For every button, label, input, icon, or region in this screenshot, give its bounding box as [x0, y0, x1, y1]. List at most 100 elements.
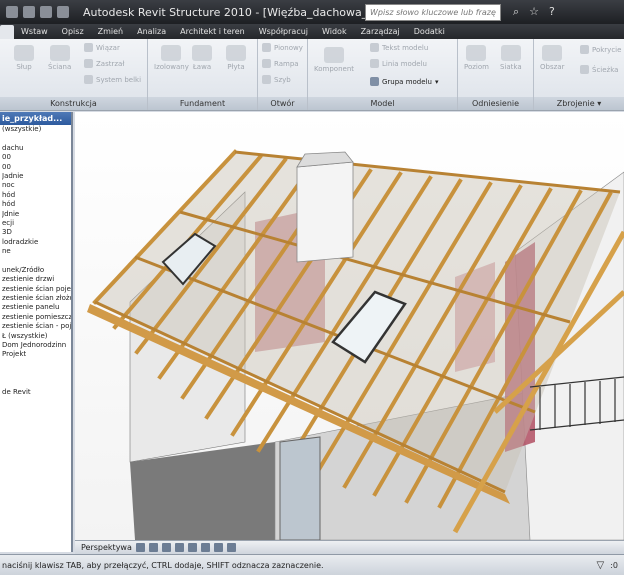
- browser-tree-item[interactable]: Jadnie: [2, 172, 71, 181]
- lawa-button[interactable]: Ława: [192, 45, 212, 71]
- 3d-viewport[interactable]: [75, 112, 624, 540]
- reveal-hidden-icon[interactable]: [213, 543, 223, 552]
- browser-tree-item[interactable]: 00: [2, 153, 71, 162]
- tab-wspolpracuj[interactable]: Współpracuj: [252, 25, 315, 39]
- linia-modelu-button[interactable]: Linia modelu: [370, 59, 427, 68]
- tab-opisz[interactable]: Opisz: [55, 25, 91, 39]
- browser-tree-item[interactable]: Projekt: [2, 350, 71, 359]
- search-input[interactable]: Wpisz słowo kluczowe lub frazę: [365, 3, 501, 21]
- tab-zmien[interactable]: Zmień: [91, 25, 131, 39]
- undo-icon[interactable]: [40, 6, 52, 18]
- group-label-konstrukcja: Konstrukcja: [0, 97, 147, 110]
- browser-tree-item[interactable]: zestienie ścian - pojedy: [2, 322, 71, 331]
- sciana-button[interactable]: Ściana: [48, 45, 71, 71]
- project-browser-title: ie_przykład...: [0, 112, 71, 125]
- slab-icon: [226, 45, 246, 61]
- path-icon: [580, 65, 589, 74]
- browser-tree-item[interactable]: [2, 360, 71, 369]
- open-icon[interactable]: [6, 6, 18, 18]
- zastrzal-button[interactable]: Zastrzał: [84, 59, 124, 68]
- browser-tree-item[interactable]: Dom Jednorodzinn: [2, 341, 71, 350]
- tab-architekt[interactable]: Architekt i teren: [173, 25, 252, 39]
- isolated-footing-icon: [161, 45, 182, 61]
- browser-tree-item[interactable]: Ł (wszystkie): [2, 332, 71, 341]
- browser-tree-item[interactable]: hód: [2, 200, 71, 209]
- star-icon[interactable]: ☆: [529, 5, 539, 19]
- selection-count: :0: [610, 560, 618, 570]
- area-reinforcement-icon: [542, 45, 563, 61]
- browser-tree-item[interactable]: [2, 134, 71, 143]
- browser-tree-item[interactable]: dachu: [2, 144, 71, 153]
- sciezka-button[interactable]: Ścieżka: [580, 65, 618, 74]
- tekst-modelu-button[interactable]: Tekst modelu: [370, 43, 428, 52]
- house-3d-model: [75, 112, 624, 540]
- tab-zarzadzaj[interactable]: Zarządzaj: [354, 25, 407, 39]
- model-group-icon: [370, 77, 379, 86]
- visual-style-icon[interactable]: [135, 543, 145, 552]
- browser-tree-item[interactable]: 00: [2, 163, 71, 172]
- browser-tree-item[interactable]: unek/Źródło: [2, 266, 71, 275]
- wiazar-button[interactable]: Wiązar: [84, 43, 120, 52]
- project-browser-tree: (wszystkie) dachu 00 00 Jadnie noc hód hód Jdnie…: [0, 125, 71, 397]
- status-bar: naciśnij klawisz TAB, aby przełączyć, CT…: [0, 554, 624, 575]
- browser-tree-item[interactable]: de Revit: [2, 388, 71, 397]
- browser-tree-item[interactable]: ne: [2, 247, 71, 256]
- siatka-button[interactable]: Siatka: [500, 45, 522, 71]
- cover-icon: [580, 45, 589, 54]
- obszar-button[interactable]: Obszar: [540, 45, 564, 71]
- tab-home[interactable]: [0, 25, 14, 39]
- browser-tree-item[interactable]: zestienie ścian pojedyr: [2, 285, 71, 294]
- rampa-button[interactable]: Rampa: [262, 59, 299, 68]
- tab-analiza[interactable]: Analiza: [130, 25, 173, 39]
- browser-tree-item[interactable]: ecji: [2, 219, 71, 228]
- model-line-icon: [370, 59, 379, 68]
- plyta-button[interactable]: Płyta: [226, 45, 246, 71]
- temporary-hide-icon[interactable]: [200, 543, 210, 552]
- browser-tree-item[interactable]: zestienie panelu: [2, 303, 71, 312]
- redo-icon[interactable]: [57, 6, 69, 18]
- column-icon: [14, 45, 34, 61]
- filter-icon[interactable]: ▽: [597, 560, 605, 571]
- komponent-button[interactable]: Komponent: [314, 47, 354, 73]
- browser-tree-item[interactable]: 3D: [2, 228, 71, 237]
- group-label-otwor: Otwór: [258, 97, 307, 110]
- browser-tree-item[interactable]: zestienie drzwi: [2, 275, 71, 284]
- ribbon-group-fundament: Izolowany Ława Płyta Fundament: [148, 39, 258, 110]
- help-icon[interactable]: ?: [549, 5, 555, 19]
- tab-widok[interactable]: Widok: [315, 25, 354, 39]
- quick-access-toolbar: [0, 6, 69, 18]
- browser-tree-item[interactable]: [2, 369, 71, 378]
- pokrycie-button[interactable]: Pokrycie: [580, 45, 621, 54]
- browser-tree-item[interactable]: [2, 256, 71, 265]
- grid-icon: [500, 45, 521, 61]
- poziom-button[interactable]: Poziom: [464, 45, 489, 71]
- save-icon[interactable]: [23, 6, 35, 18]
- analytical-model-icon[interactable]: [226, 543, 236, 552]
- sun-path-icon[interactable]: [161, 543, 171, 552]
- shadows-icon[interactable]: [148, 543, 158, 552]
- show-crop-icon[interactable]: [187, 543, 197, 552]
- browser-tree-item[interactable]: lodradzkie: [2, 238, 71, 247]
- izolowany-button[interactable]: Izolowany: [154, 45, 189, 71]
- grupa-modelu-button[interactable]: Grupa modelu ▾: [370, 77, 438, 86]
- browser-tree-item[interactable]: zestienie ścian złożonyc: [2, 294, 71, 303]
- browser-tree-item[interactable]: (wszystkie): [2, 125, 71, 134]
- browser-tree-item[interactable]: noc: [2, 181, 71, 190]
- group-label-odniesienie: Odniesienie: [458, 97, 533, 110]
- title-bar: Autodesk Revit Structure 2010 - [Więźba_…: [0, 0, 624, 24]
- szyb-button[interactable]: Szyb: [262, 75, 291, 84]
- view-type-label: Perspektywa: [81, 543, 132, 552]
- tab-wstaw[interactable]: Wstaw: [14, 25, 55, 39]
- tab-dodatki[interactable]: Dodatki: [407, 25, 452, 39]
- browser-tree-item[interactable]: [2, 379, 71, 388]
- pionowy-button[interactable]: Pionowy: [262, 43, 303, 52]
- crop-view-icon[interactable]: [174, 543, 184, 552]
- binoculars-icon[interactable]: ⌕: [513, 5, 519, 19]
- chimney: [296, 161, 354, 263]
- dropdown-arrow-icon[interactable]: ▾: [597, 99, 601, 108]
- slup-button[interactable]: Słup: [14, 45, 34, 71]
- browser-tree-item[interactable]: Jdnie: [2, 210, 71, 219]
- system-belki-button[interactable]: System belki: [84, 75, 141, 84]
- browser-tree-item[interactable]: zestienie pomieszczeń: [2, 313, 71, 322]
- browser-tree-item[interactable]: hód: [2, 191, 71, 200]
